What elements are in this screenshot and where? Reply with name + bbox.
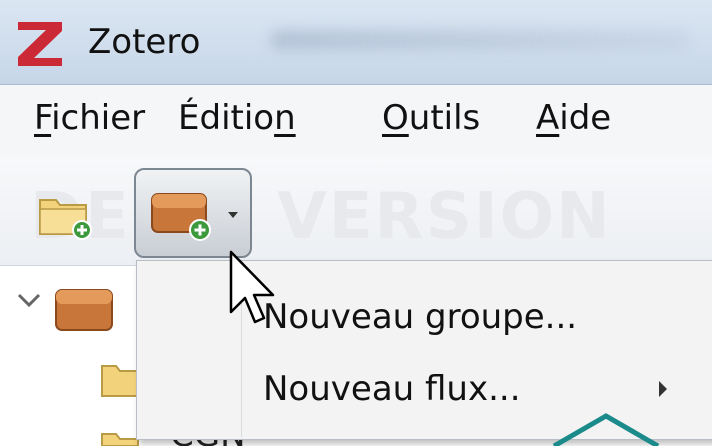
folder-icon [101, 365, 139, 397]
blurred-title-area [270, 30, 690, 50]
menu-aide[interactable]: Aide [536, 98, 611, 138]
chevron-down-icon[interactable] [16, 290, 42, 310]
library-add-icon [151, 193, 211, 241]
menu-item-nouveau-groupe[interactable]: Nouveau groupe... [263, 297, 577, 337]
window-title: Zotero [88, 22, 201, 62]
demo-watermark: DEMO VERSION [30, 180, 612, 254]
new-library-dropdown-button[interactable] [134, 168, 252, 258]
new-collection-button[interactable] [36, 190, 94, 240]
folder-icon [101, 433, 139, 446]
submenu-arrow-icon [659, 381, 667, 397]
teal-annotation-mark [552, 413, 660, 446]
menu-item-nouveau-flux[interactable]: Nouveau flux... [263, 369, 521, 409]
zotero-logo-icon [18, 22, 62, 66]
menu-fichier[interactable]: Fichier [34, 98, 145, 138]
library-icon [55, 289, 113, 331]
title-bar: Zotero [0, 0, 712, 85]
chevron-down-icon [228, 212, 238, 218]
menu-edition[interactable]: Édition [178, 98, 296, 138]
menu-outils[interactable]: Outils [382, 98, 480, 138]
mouse-cursor-icon [229, 250, 275, 324]
